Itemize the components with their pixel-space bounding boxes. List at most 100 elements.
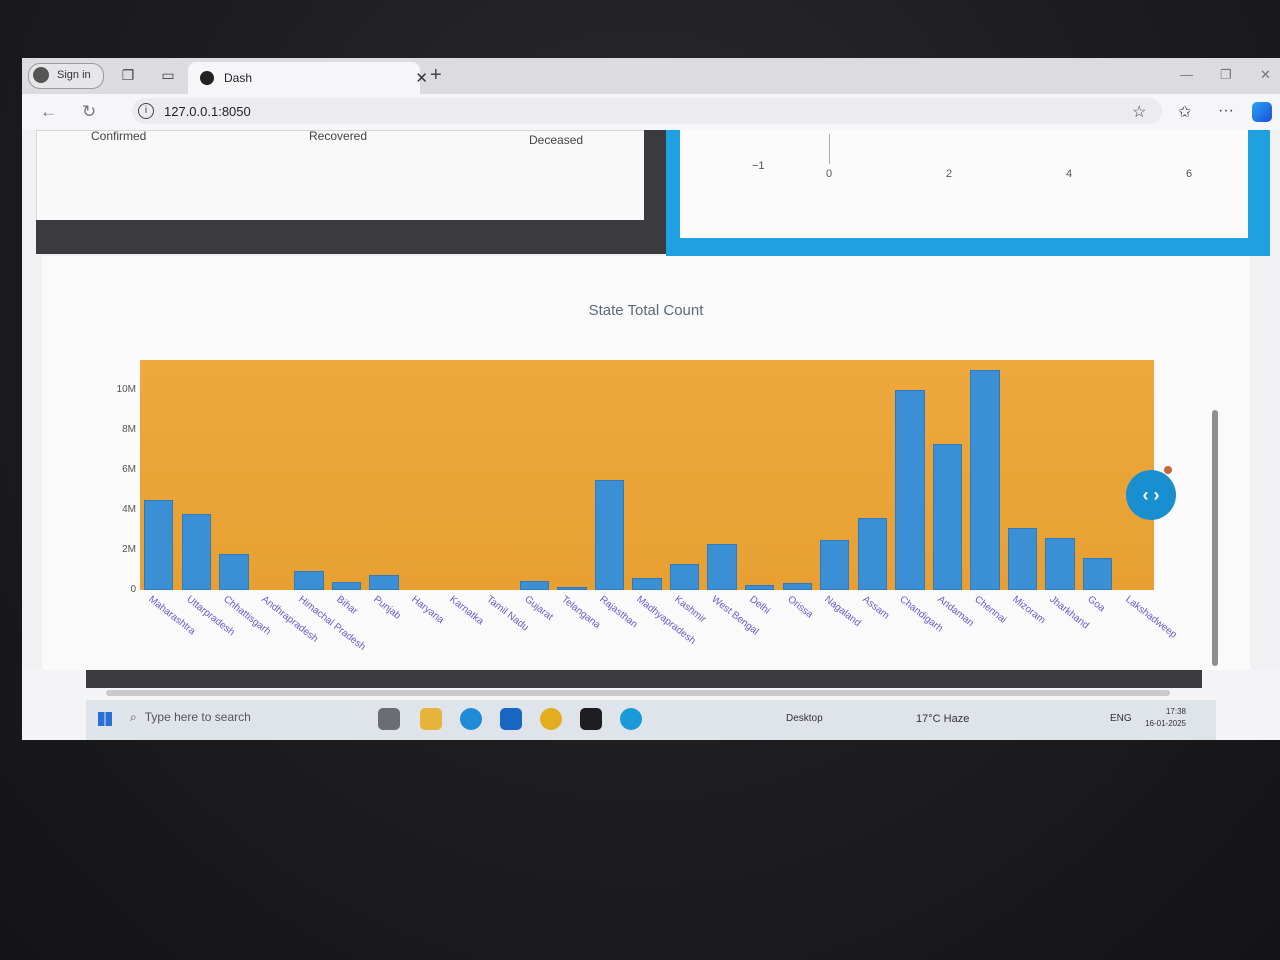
bar-madhyapradesh[interactable]: [632, 578, 662, 590]
pycharm-icon[interactable]: [580, 708, 602, 730]
desktop-label[interactable]: Desktop: [786, 713, 823, 724]
horizontal-scrollbar[interactable]: [106, 690, 1170, 696]
y-tick-label: 8M: [122, 424, 136, 435]
outlook-icon[interactable]: [500, 708, 522, 730]
y-tick-label: 6M: [122, 464, 136, 475]
sign-in-label: Sign in: [57, 69, 91, 81]
x-tick-label: Kashmir: [672, 594, 708, 626]
close-tab-icon[interactable]: ✕: [415, 69, 428, 87]
weather-widget[interactable]: 17°C Haze: [916, 713, 969, 725]
page-bottom-band: [86, 670, 1202, 688]
bar-chhattisgarh[interactable]: [219, 554, 249, 590]
x-tick-label: Telangana: [559, 594, 603, 632]
bar-west-bengal[interactable]: [707, 544, 737, 590]
info-icon[interactable]: i: [138, 103, 154, 119]
mini-tick: 6: [1186, 168, 1193, 180]
x-tick-label: Orissa: [784, 594, 815, 621]
refresh-icon[interactable]: ↻: [82, 102, 96, 122]
bar-maharashtra[interactable]: [144, 500, 174, 590]
minimize-icon[interactable]: —: [1180, 67, 1193, 82]
url-text: 127.0.0.1:8050: [164, 104, 251, 119]
y-tick-label: 0: [130, 584, 136, 595]
dark-divider: [644, 130, 666, 254]
mini-chart-card: −1 0 2 4 6: [666, 130, 1270, 256]
bar-jharkhand[interactable]: [1045, 538, 1075, 590]
chrome-icon[interactable]: [540, 708, 562, 730]
profile-icon: [33, 67, 49, 83]
bar-bihar[interactable]: [331, 582, 362, 590]
mini-tick: 4: [1066, 168, 1073, 180]
vertical-scrollbar[interactable]: [1212, 410, 1218, 666]
mini-tick: −1: [752, 160, 765, 172]
clock[interactable]: 17:38 16-01-2025: [1145, 706, 1186, 730]
x-tick-label: Chennai: [972, 594, 1009, 626]
screen: Sign in ❐ ▭ Dash ✕ + — ❐ ✕ ← ↻ i 127.0.0…: [22, 58, 1280, 740]
favorite-star-icon[interactable]: ☆: [1132, 102, 1146, 122]
clock-time: 17:38: [1165, 707, 1186, 716]
clock-date: 16-01-2025: [1145, 719, 1186, 728]
tab-dash[interactable]: Dash ✕: [188, 62, 428, 94]
mini-tick: 0: [826, 168, 833, 180]
bar-goa[interactable]: [1083, 558, 1113, 590]
edge-icon[interactable]: [460, 708, 482, 730]
mini-chart: −1 0 2 4 6: [680, 130, 1248, 238]
x-tick-label: Jharkhand: [1047, 594, 1092, 632]
address-bar-row: ← ↻ i 127.0.0.1:8050 ☆ ✩ ···: [22, 94, 1280, 130]
x-tick-label: Rajasthan: [597, 594, 640, 631]
bar-kashmir[interactable]: [669, 564, 700, 590]
bar-telangana[interactable]: [557, 587, 587, 590]
back-icon[interactable]: ←: [40, 102, 57, 122]
state-chart-panel: State Total Count Maharashtra Uttarprades…: [42, 256, 1250, 670]
bar-rajasthan[interactable]: [594, 480, 625, 590]
favicon-icon: [200, 71, 214, 85]
bar-orissa[interactable]: [782, 583, 812, 590]
bar-nagaland[interactable]: [820, 540, 850, 590]
bar-gujarat[interactable]: [519, 581, 549, 590]
bar-punjab[interactable]: [369, 575, 399, 590]
search-placeholder: Type here to search: [144, 710, 251, 724]
deceased-label: Deceased: [529, 133, 584, 147]
stats-card: Confirmed Recovered Deceased: [36, 129, 646, 222]
dash-debug-button[interactable]: ‹ ›: [1126, 470, 1176, 520]
taskbar-search[interactable]: ⌕ Type here to search: [130, 710, 251, 725]
recovered-label: Recovered: [309, 129, 368, 143]
x-tick-label: Bihar: [334, 594, 360, 618]
copilot-icon[interactable]: [1252, 102, 1272, 122]
bar-chandigarh[interactable]: [895, 390, 925, 590]
close-window-icon[interactable]: ✕: [1260, 67, 1271, 83]
search-icon: ⌕: [130, 710, 137, 724]
workspaces-icon[interactable]: ❐: [120, 67, 136, 83]
bar-uttarpradesh[interactable]: [181, 514, 211, 590]
sign-in-button[interactable]: Sign in: [28, 63, 104, 89]
x-tick-label: Haryana: [409, 594, 446, 626]
restore-icon[interactable]: ❐: [1220, 67, 1232, 83]
tab-title: Dash: [224, 71, 253, 85]
bar-mizoram[interactable]: [1007, 528, 1038, 590]
tab-actions-icon[interactable]: ▭: [160, 67, 176, 83]
more-icon[interactable]: ···: [1218, 102, 1234, 120]
plot-area[interactable]: [140, 360, 1154, 590]
x-tick-label: Gujarat: [521, 594, 555, 623]
task-view-icon[interactable]: [378, 708, 400, 730]
bar-assam[interactable]: [857, 518, 887, 590]
address-bar[interactable]: i 127.0.0.1:8050: [132, 98, 1162, 124]
y-tick-label: 10M: [116, 384, 136, 395]
x-tick-label: Assam: [859, 594, 891, 622]
mini-tick: 2: [946, 168, 953, 180]
x-tick-label: Nagaland: [822, 594, 863, 630]
bar-himachal-pradesh[interactable]: [294, 571, 324, 590]
file-explorer-icon[interactable]: [420, 708, 442, 730]
x-tick-label: Goa: [1085, 594, 1107, 615]
new-tab-icon[interactable]: +: [430, 64, 442, 87]
tab-strip: Sign in ❐ ▭ Dash ✕ + — ❐ ✕: [22, 58, 1280, 94]
language-indicator[interactable]: ENG: [1110, 713, 1132, 724]
y-tick-label: 2M: [122, 544, 136, 555]
x-tick-label: Delhi: [747, 594, 772, 617]
bar-andaman[interactable]: [932, 444, 963, 590]
y-tick-label: 4M: [122, 504, 136, 515]
favorites-icon[interactable]: ✩: [1178, 102, 1191, 122]
bar-chennai[interactable]: [970, 370, 1000, 590]
edge-dev-icon[interactable]: [620, 708, 642, 730]
bar-delhi[interactable]: [745, 585, 775, 590]
windows-start-icon[interactable]: [98, 712, 112, 726]
